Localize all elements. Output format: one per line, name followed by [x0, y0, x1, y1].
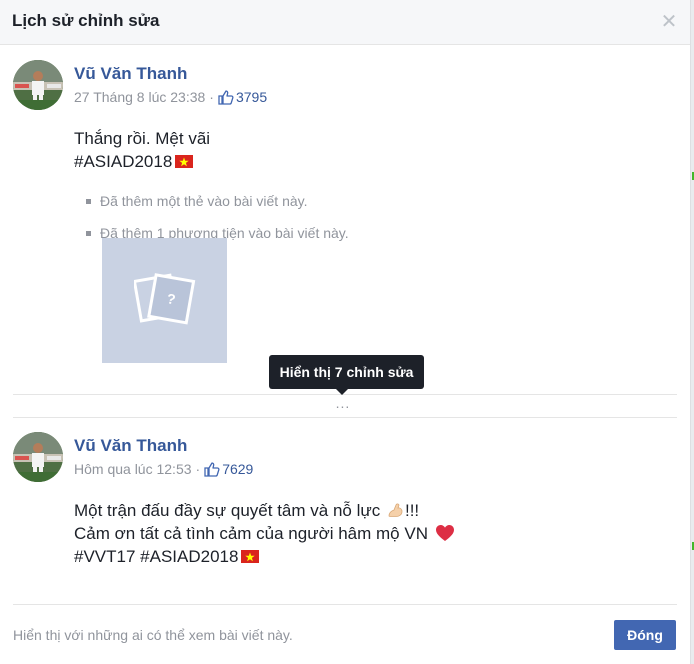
like-count[interactable]: 3795: [236, 89, 267, 105]
dialog-title: Lịch sử chỉnh sửa: [12, 11, 160, 30]
visibility-note: Hiển thị với những ai có thể xem bài viế…: [13, 627, 293, 643]
edit-history-dialog: Lịch sử chỉnh sửa ✕ Vũ Văn Thanh 27 Thán…: [0, 0, 690, 664]
like-icon: [218, 89, 234, 105]
post-text-segment: Cảm ơn tất cả tình cảm của người hâm mộ …: [74, 524, 428, 543]
author-name[interactable]: Vũ Văn Thanh: [74, 436, 187, 456]
post-body: Thắng rồi. Mệt vãi #ASIAD2018: [74, 127, 210, 173]
vietnam-flag-icon: [175, 155, 194, 168]
like-count[interactable]: 7629: [222, 461, 253, 477]
background-page-edge: [690, 0, 694, 664]
timestamp[interactable]: 27 Tháng 8 lúc 23:38: [74, 89, 205, 105]
like-icon: [204, 461, 220, 477]
media-placeholder-image[interactable]: ?: [102, 238, 227, 363]
change-text: Đã thêm một thẻ vào bài viết này.: [100, 193, 308, 209]
post-text-segment: Một trận đấu đầy sự quyết tâm và nỗ lực: [74, 501, 381, 520]
divider: [13, 604, 677, 605]
post-meta: 27 Tháng 8 lúc 23:38 · 3795: [74, 89, 267, 105]
close-icon[interactable]: ✕: [660, 11, 678, 31]
vietnam-flag-icon: [241, 550, 260, 563]
bullet-icon: [86, 199, 91, 204]
meta-separator: ·: [209, 89, 214, 105]
list-item: Đã thêm một thẻ vào bài viết này.: [86, 190, 349, 212]
post-line: Cảm ơn tất cả tình cảm của người hâm mộ …: [74, 522, 455, 545]
show-edits-tooltip: Hiển thị 7 chỉnh sửa: [269, 355, 424, 389]
author-name[interactable]: Vũ Văn Thanh: [74, 64, 187, 84]
post-text-segment: !!!: [404, 501, 420, 520]
avatar[interactable]: [13, 60, 63, 110]
dialog-header: Lịch sử chỉnh sửa ✕: [0, 0, 690, 45]
hashtag[interactable]: #VVT17 #ASIAD2018: [74, 547, 238, 566]
post-line: Thắng rồi. Mệt vãi: [74, 129, 211, 148]
meta-separator: ·: [195, 461, 201, 477]
timestamp[interactable]: Hôm qua lúc 12:53: [74, 461, 192, 477]
post-line: #ASIAD2018: [74, 150, 210, 173]
close-button[interactable]: Đóng: [614, 620, 676, 650]
post-meta: Hôm qua lúc 12:53 · 7629: [74, 461, 253, 477]
post-body: Một trận đấu đầy sự quyết tâm và nỗ lực …: [74, 499, 455, 568]
avatar[interactable]: [13, 432, 63, 482]
flexed-biceps-emoji-icon: [387, 501, 405, 519]
red-heart-emoji-icon: [435, 524, 455, 542]
hashtag[interactable]: #ASIAD2018: [74, 152, 172, 171]
divider: [13, 417, 677, 418]
tooltip-arrow: [336, 389, 348, 395]
post-line: Một trận đấu đầy sự quyết tâm và nỗ lực …: [74, 499, 455, 522]
post-line: #VVT17 #ASIAD2018: [74, 545, 455, 568]
bullet-icon: [86, 231, 91, 236]
show-more-edits-button[interactable]: ...: [333, 396, 353, 411]
